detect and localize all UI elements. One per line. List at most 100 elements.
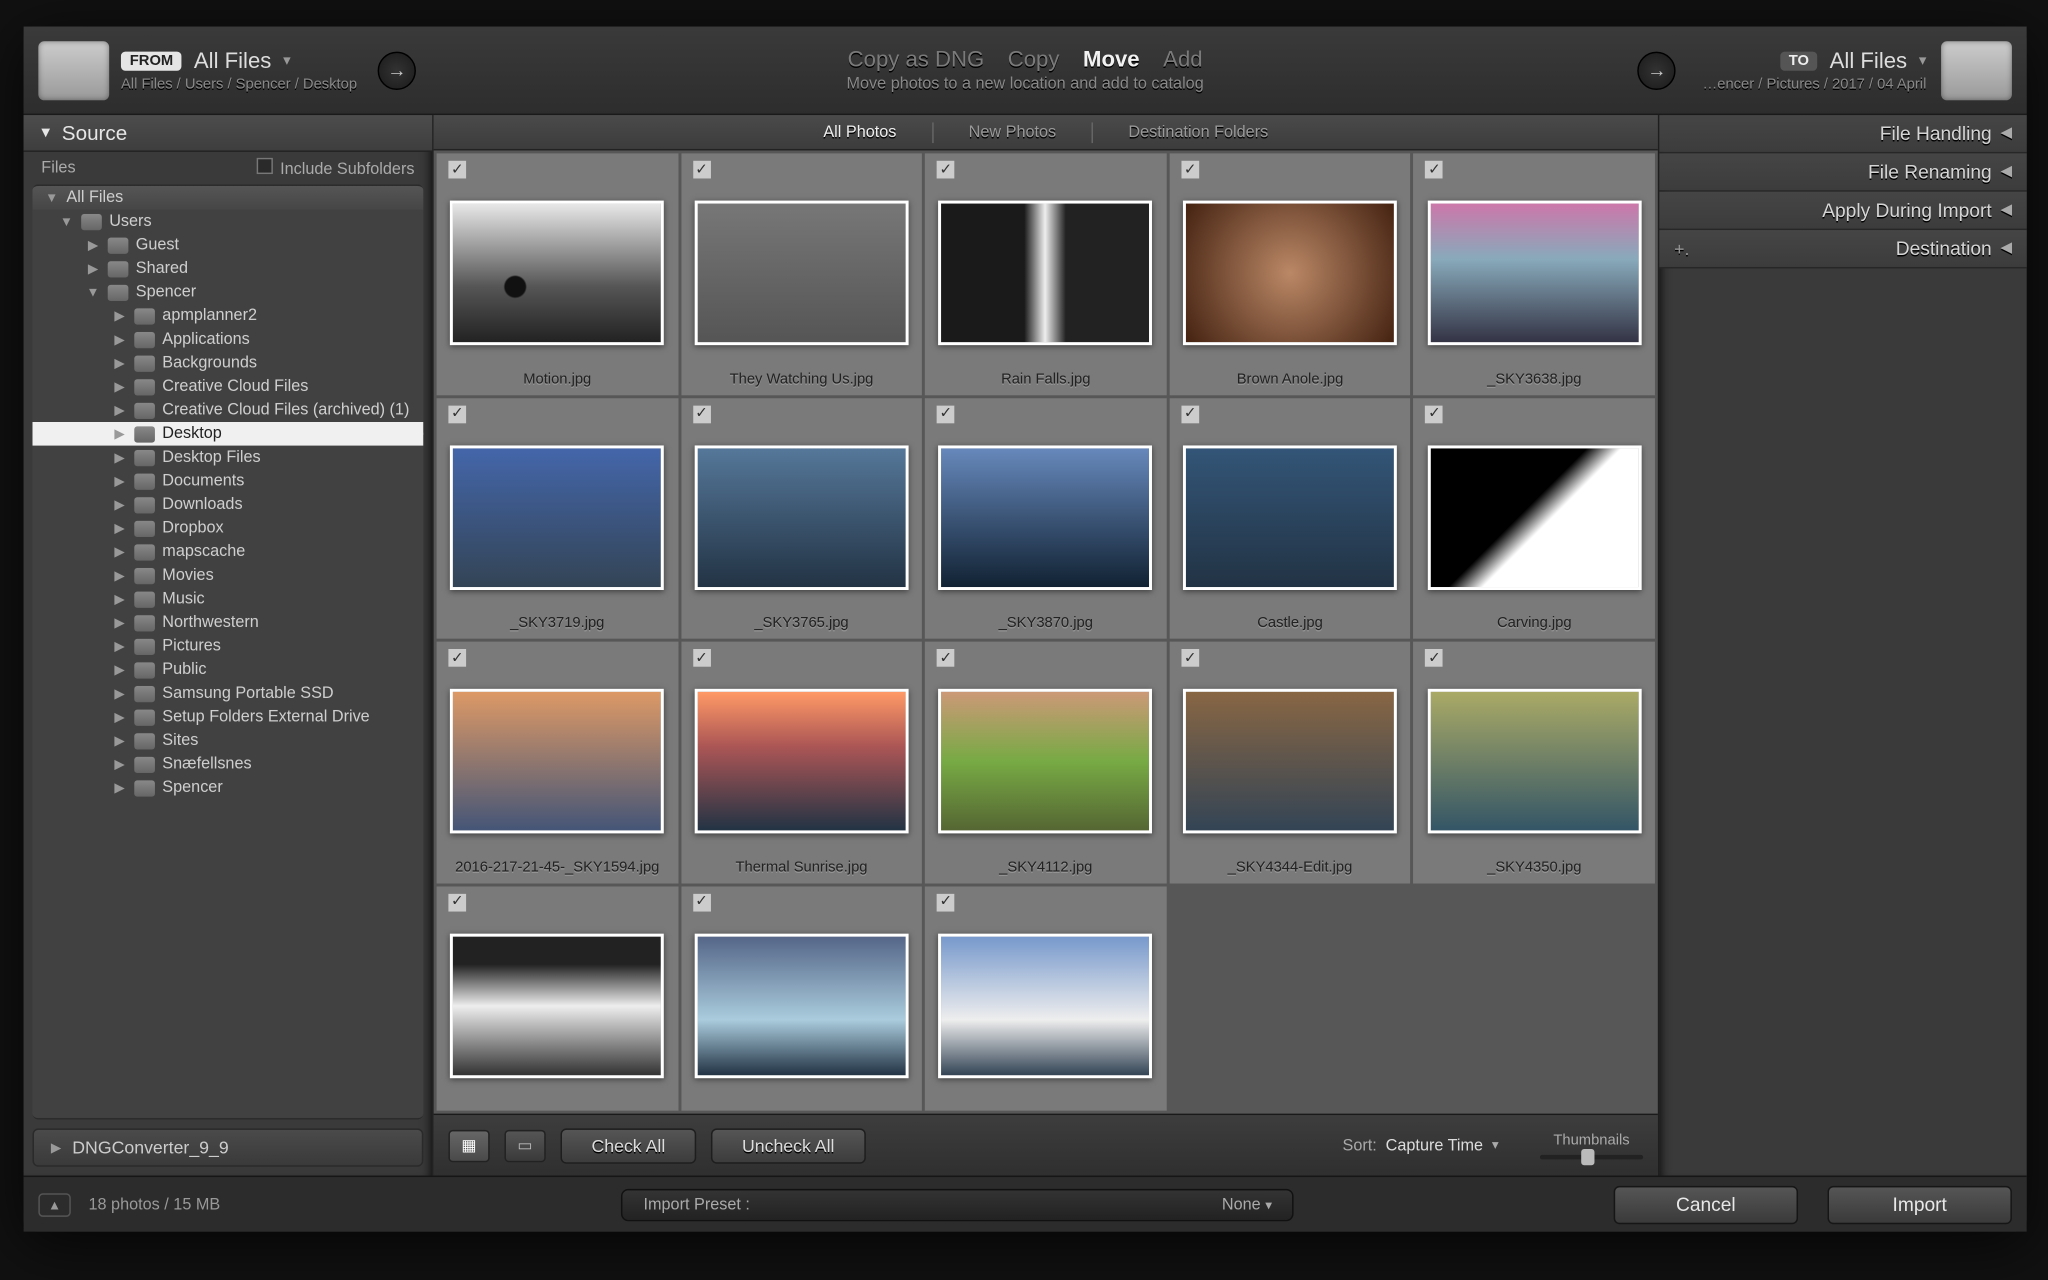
dropdown-icon[interactable]: ▾ — [1492, 1137, 1499, 1153]
expand-footer-button[interactable]: ▲ — [38, 1193, 70, 1217]
thumbnail-checkbox[interactable]: ✓ — [937, 161, 955, 179]
tree-item[interactable]: ▶Samsung Portable SSD — [32, 681, 423, 705]
tree-item[interactable]: ▶Sites — [32, 729, 423, 753]
thumbnail-cell[interactable]: ✓_SKY3765.jpg — [681, 398, 922, 639]
thumbnail-image[interactable] — [1183, 689, 1397, 834]
dng-converter-item[interactable]: ▶ DNGConverter_9_9 — [32, 1128, 423, 1166]
thumbnail-checkbox[interactable]: ✓ — [448, 893, 466, 911]
tree-item[interactable]: ▶Public — [32, 658, 423, 682]
thumbnail-checkbox[interactable]: ✓ — [1181, 405, 1199, 423]
thumbnail-cell[interactable]: ✓_SKY3638.jpg — [1414, 153, 1655, 394]
tree-item[interactable]: ▶Northwestern — [32, 611, 423, 635]
operation-copy[interactable]: Copy — [1008, 47, 1060, 72]
tree-item[interactable]: ▶Pictures — [32, 634, 423, 658]
thumbnail-cell[interactable]: ✓_SKY3719.jpg — [437, 398, 678, 639]
tab-destination-folders[interactable]: Destination Folders — [1120, 123, 1278, 141]
cancel-button[interactable]: Cancel — [1614, 1185, 1798, 1223]
panel-destination[interactable]: +.Destination◀ — [1659, 230, 2026, 268]
tree-item[interactable]: ▶Creative Cloud Files (archived) (1) — [32, 398, 423, 422]
tree-item[interactable]: ▶Setup Folders External Drive — [32, 705, 423, 729]
thumbnail-cell[interactable]: ✓_SKY4344-Edit.jpg — [1169, 642, 1410, 883]
tree-item[interactable]: ▶Music — [32, 587, 423, 611]
tree-item[interactable]: ▶Shared — [32, 257, 423, 281]
thumbnail-cell[interactable]: ✓_SKY3870.jpg — [925, 398, 1166, 639]
thumbnail-image[interactable] — [450, 201, 664, 346]
thumbnail-image[interactable] — [450, 933, 664, 1078]
tree-item[interactable]: ▶Applications — [32, 327, 423, 351]
tree-item[interactable]: ▶Movies — [32, 563, 423, 587]
thumbnail-checkbox[interactable]: ✓ — [448, 405, 466, 423]
thumbnail-size-slider[interactable] — [1540, 1154, 1643, 1158]
tree-item[interactable]: ▶Backgrounds — [32, 351, 423, 375]
thumbnail-checkbox[interactable]: ✓ — [1425, 161, 1443, 179]
tree-item[interactable]: ▶Downloads — [32, 493, 423, 517]
source-panel-header[interactable]: ▼ Source — [24, 115, 433, 152]
tab-all-photos[interactable]: All Photos — [814, 123, 905, 141]
thumbnail-image[interactable] — [1183, 201, 1397, 346]
thumbnail-cell[interactable]: ✓Rain Falls.jpg — [925, 153, 1166, 394]
from-location[interactable]: All Files — [194, 48, 271, 73]
to-location[interactable]: All Files — [1830, 48, 1907, 73]
thumbnail-image[interactable] — [695, 933, 909, 1078]
thumbnail-image[interactable] — [1427, 201, 1641, 346]
tree-item[interactable]: ▶Documents — [32, 469, 423, 493]
thumbnail-cell[interactable]: ✓Brown Anole.jpg — [1169, 153, 1410, 394]
thumbnail-image[interactable] — [939, 445, 1153, 590]
thumbnail-image[interactable] — [450, 445, 664, 590]
thumbnail-cell[interactable]: ✓ — [925, 886, 1166, 1111]
thumbnail-checkbox[interactable]: ✓ — [937, 405, 955, 423]
include-subfolders-checkbox[interactable]: Include Subfolders — [256, 158, 414, 179]
dropdown-icon[interactable]: ▾ — [1919, 52, 1926, 68]
import-button[interactable]: Import — [1828, 1185, 2012, 1223]
thumbnail-cell[interactable]: ✓2016-217-21-45-_SKY1594.jpg — [437, 642, 678, 883]
thumbnail-checkbox[interactable]: ✓ — [1425, 405, 1443, 423]
tree-root[interactable]: ▼ All Files — [32, 186, 423, 210]
thumbnail-image[interactable] — [939, 689, 1153, 834]
operation-add[interactable]: Add — [1163, 47, 1202, 72]
operation-copy-as-dng[interactable]: Copy as DNG — [848, 47, 984, 72]
tree-item[interactable]: ▼Spencer — [32, 280, 423, 304]
tree-item[interactable]: ▶Creative Cloud Files — [32, 375, 423, 399]
uncheck-all-button[interactable]: Uncheck All — [711, 1128, 865, 1163]
thumbnail-checkbox[interactable]: ✓ — [937, 893, 955, 911]
operation-move[interactable]: Move — [1083, 47, 1140, 72]
plus-icon[interactable]: +. — [1674, 238, 1689, 259]
thumbnail-checkbox[interactable]: ✓ — [937, 649, 955, 667]
tree-item[interactable]: ▼Users — [32, 209, 423, 233]
thumbnail-checkbox[interactable]: ✓ — [448, 649, 466, 667]
thumbnail-grid[interactable]: ✓Motion.jpg✓They Watching Us.jpg✓Rain Fa… — [434, 150, 1658, 1113]
sort-value[interactable]: Capture Time — [1386, 1136, 1483, 1154]
thumbnail-image[interactable] — [1427, 689, 1641, 834]
thumbnail-checkbox[interactable]: ✓ — [1425, 649, 1443, 667]
import-preset-dropdown[interactable]: Import Preset : None ▾ — [621, 1188, 1294, 1220]
tab-new-photos[interactable]: New Photos — [960, 123, 1065, 141]
panel-file-renaming[interactable]: File Renaming◀ — [1659, 153, 2026, 191]
thumbnail-image[interactable] — [450, 689, 664, 834]
dest-arrow-button[interactable]: → — [1638, 51, 1676, 89]
thumbnail-image[interactable] — [939, 201, 1153, 346]
thumbnail-checkbox[interactable]: ✓ — [693, 649, 711, 667]
thumbnail-cell[interactable]: ✓Castle.jpg — [1169, 398, 1410, 639]
source-arrow-button[interactable]: → — [378, 51, 416, 89]
thumbnail-cell[interactable]: ✓Motion.jpg — [437, 153, 678, 394]
thumbnail-image[interactable] — [1427, 445, 1641, 590]
tree-item[interactable]: ▶Dropbox — [32, 516, 423, 540]
tree-item[interactable]: ▶Spencer — [32, 776, 423, 800]
thumbnail-checkbox[interactable]: ✓ — [693, 893, 711, 911]
grid-view-button[interactable]: ▦ — [448, 1129, 489, 1161]
panel-apply-during-import[interactable]: Apply During Import◀ — [1659, 192, 2026, 230]
tree-item[interactable]: ▶Snæfellsnes — [32, 752, 423, 776]
folder-tree[interactable]: ▼ All Files ▼Users▶Guest▶Shared▼Spencer▶… — [32, 184, 423, 1119]
thumbnail-image[interactable] — [695, 689, 909, 834]
tree-item[interactable]: ▶Desktop — [32, 422, 423, 446]
tree-item[interactable]: ▶Guest — [32, 233, 423, 257]
tree-item[interactable]: ▶apmplanner2 — [32, 304, 423, 328]
loupe-view-button[interactable]: ▭ — [504, 1129, 545, 1161]
thumbnail-checkbox[interactable]: ✓ — [693, 405, 711, 423]
thumbnail-image[interactable] — [695, 201, 909, 346]
thumbnail-cell[interactable]: ✓Carving.jpg — [1414, 398, 1655, 639]
thumbnail-checkbox[interactable]: ✓ — [448, 161, 466, 179]
panel-file-handling[interactable]: File Handling◀ — [1659, 115, 2026, 153]
thumbnail-cell[interactable]: ✓_SKY4350.jpg — [1414, 642, 1655, 883]
thumbnail-image[interactable] — [939, 933, 1153, 1078]
